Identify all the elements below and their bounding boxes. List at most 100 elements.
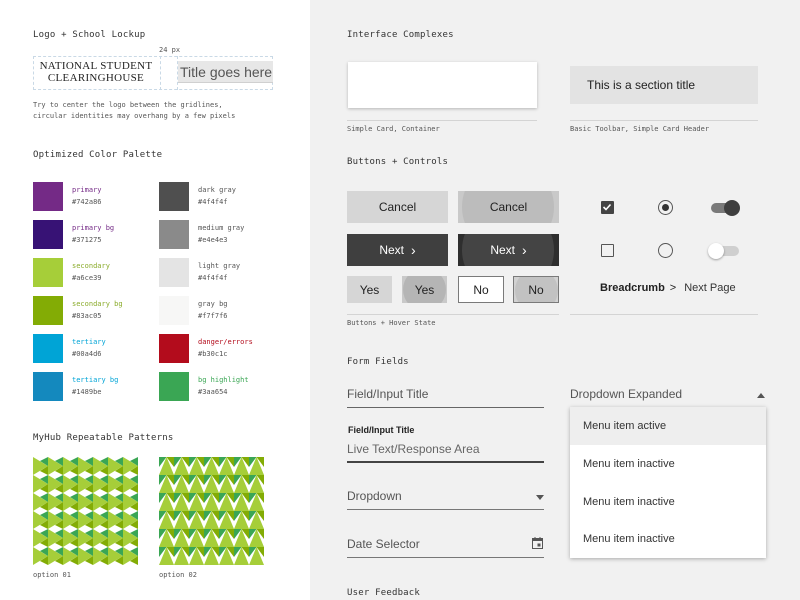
lockup-title-placeholder: Title goes here: [178, 61, 273, 83]
pattern-option-01: [33, 457, 138, 565]
buttons-caption: Buttons + Hover State: [347, 319, 436, 327]
chevron-right-icon: ›: [522, 242, 527, 258]
color-swatch: [33, 372, 63, 401]
buttons-divider: [347, 314, 559, 315]
color-hex: #4f4f4f: [198, 274, 228, 282]
color-swatch-label: secondary bg #83ac05: [72, 298, 123, 322]
menu-item[interactable]: Menu item inactive: [570, 483, 766, 521]
color-name: primary: [72, 186, 102, 194]
logo-note-line-2: circular identities may overhang by a fe…: [33, 112, 236, 120]
simple-card: [348, 62, 537, 108]
color-name: medium gray: [198, 224, 245, 232]
buttons-section-title: Buttons + Controls: [347, 157, 449, 167]
color-swatch: [33, 334, 63, 363]
toggle-off-knob[interactable]: [708, 243, 724, 259]
color-name: bg highlight: [198, 376, 249, 384]
color-hex: #e4e4e3: [198, 236, 228, 244]
input-field-title[interactable]: Field/Input Title: [347, 387, 428, 401]
live-text-underline: [347, 461, 544, 463]
no-button-hover-label: No: [528, 282, 544, 297]
color-swatch: [33, 220, 63, 249]
no-button-label: No: [473, 282, 489, 297]
color-name: light gray: [198, 262, 241, 270]
color-swatch: [159, 372, 189, 401]
color-name: secondary bg: [72, 300, 123, 308]
color-swatch: [159, 220, 189, 249]
dropdown-up-arrow-icon[interactable]: [757, 393, 765, 398]
color-hex: #1489be: [72, 388, 102, 396]
menu-item[interactable]: Menu item inactive: [570, 520, 766, 558]
checkbox-checked[interactable]: [601, 201, 614, 214]
calendar-icon[interactable]: [532, 537, 543, 549]
card-caption: Simple Card, Container: [347, 125, 440, 133]
logo-spacing-gap: [160, 56, 178, 90]
patterns-section-title: MyHub Repeatable Patterns: [33, 433, 174, 443]
breadcrumb-separator: >: [669, 282, 677, 294]
card-divider: [347, 120, 537, 121]
color-name: secondary: [72, 262, 110, 270]
color-swatch-label: gray bg #f7f7f6: [198, 298, 228, 322]
dropdown-menu: Menu item active Menu item inactive Menu…: [570, 407, 766, 558]
pattern-option-02: [159, 457, 264, 565]
feedback-section-title: User Feedback: [347, 588, 421, 598]
color-swatch-label: medium gray #e4e4e3: [198, 222, 244, 246]
breadcrumb-link[interactable]: Breadcrumb: [600, 282, 665, 294]
cancel-button[interactable]: Cancel: [347, 191, 448, 223]
color-name: tertiary: [72, 338, 106, 346]
color-hex: #a6ce39: [72, 274, 102, 282]
cancel-button-hover[interactable]: Cancel: [458, 191, 559, 223]
dropdown-arrow-icon[interactable]: [536, 495, 544, 500]
spacing-label: 24 px: [159, 46, 181, 54]
toolbar-caption: Basic Toolbar, Simple Card Header: [570, 125, 710, 133]
date-selector-underline: [347, 557, 544, 558]
radio-selected[interactable]: [658, 200, 673, 215]
color-name: tertiary bg: [72, 376, 119, 384]
color-swatch: [33, 258, 63, 287]
chevron-right-icon: ›: [411, 242, 416, 258]
menu-item-active[interactable]: Menu item active: [570, 407, 766, 445]
toggle-on-knob[interactable]: [724, 200, 740, 216]
color-swatch-label: tertiary #00a4d6: [72, 336, 106, 360]
dropdown-underline: [347, 509, 544, 510]
color-name: dark gray: [198, 186, 236, 194]
no-button-hover[interactable]: No: [513, 276, 559, 303]
logo-note: Try to center the logo between the gridl…: [33, 100, 235, 122]
active-field-label: Field/Input Title: [348, 425, 415, 435]
menu-item[interactable]: Menu item inactive: [570, 445, 766, 483]
dropdown-expanded-field[interactable]: Dropdown Expanded: [570, 387, 682, 401]
color-hex: #b30c1c: [198, 350, 228, 358]
radio-unselected[interactable]: [658, 243, 673, 258]
dropdown-field[interactable]: Dropdown: [347, 489, 402, 503]
color-swatch: [159, 296, 189, 325]
color-hex: #f7f7f6: [198, 312, 228, 320]
input-field-underline: [347, 407, 544, 408]
palette-section-title: Optimized Color Palette: [33, 150, 163, 160]
yes-button-hover-label: Yes: [414, 282, 435, 297]
next-button[interactable]: Next ›: [347, 234, 448, 266]
color-swatch-label: tertiary bg #1489be: [72, 374, 118, 398]
color-name: gray bg: [198, 300, 228, 308]
checkbox-unchecked[interactable]: [601, 244, 614, 257]
clearinghouse-logo: NATIONAL STUDENT CLEARINGHOUSE: [34, 60, 158, 84]
color-swatch: [33, 182, 63, 211]
yes-button[interactable]: Yes: [347, 276, 392, 303]
logo-note-line-1: Try to center the logo between the gridl…: [33, 101, 223, 109]
next-button-hover-label: Next: [490, 243, 515, 257]
breadcrumb-current: Next Page: [684, 282, 736, 294]
pattern-option-01-label: option 01: [33, 571, 71, 579]
controls-divider: [570, 314, 758, 315]
color-swatch-label: light gray #4f4f4f: [198, 260, 240, 284]
yes-button-hover[interactable]: Yes: [402, 276, 447, 303]
live-text-input[interactable]: Live Text/Response Area: [347, 442, 480, 456]
logo-section-title: Logo + School Lockup: [33, 30, 146, 40]
color-swatch: [33, 296, 63, 325]
no-button[interactable]: No: [458, 276, 504, 303]
color-hex: #371275: [72, 236, 102, 244]
color-hex: #3aa654: [198, 388, 228, 396]
logo-line-2: CLEARINGHOUSE: [47, 72, 145, 84]
color-hex: #742a86: [72, 198, 102, 206]
color-hex: #83ac05: [72, 312, 102, 320]
next-button-hover[interactable]: Next ›: [458, 234, 559, 266]
color-hex: #00a4d6: [72, 350, 102, 358]
date-selector-field[interactable]: Date Selector: [347, 537, 420, 551]
